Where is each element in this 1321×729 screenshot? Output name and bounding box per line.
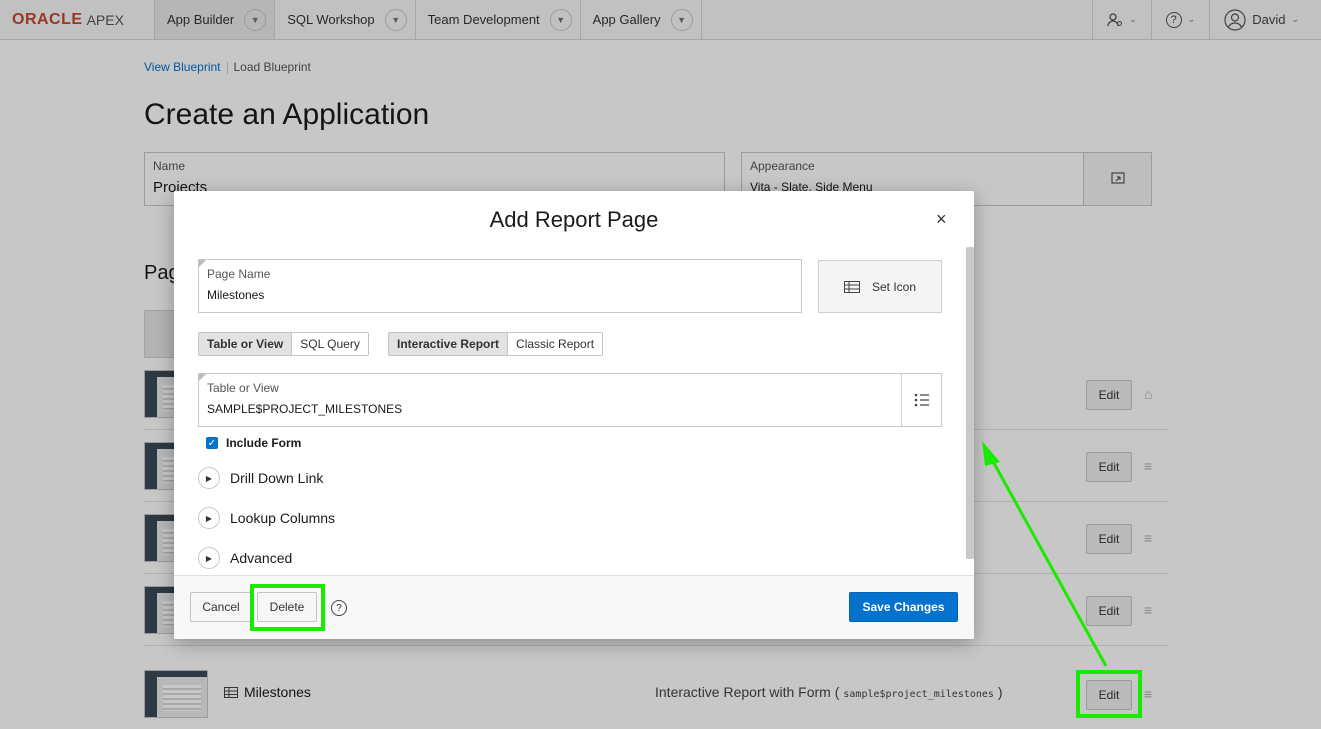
annotation-arrow <box>982 441 1108 667</box>
